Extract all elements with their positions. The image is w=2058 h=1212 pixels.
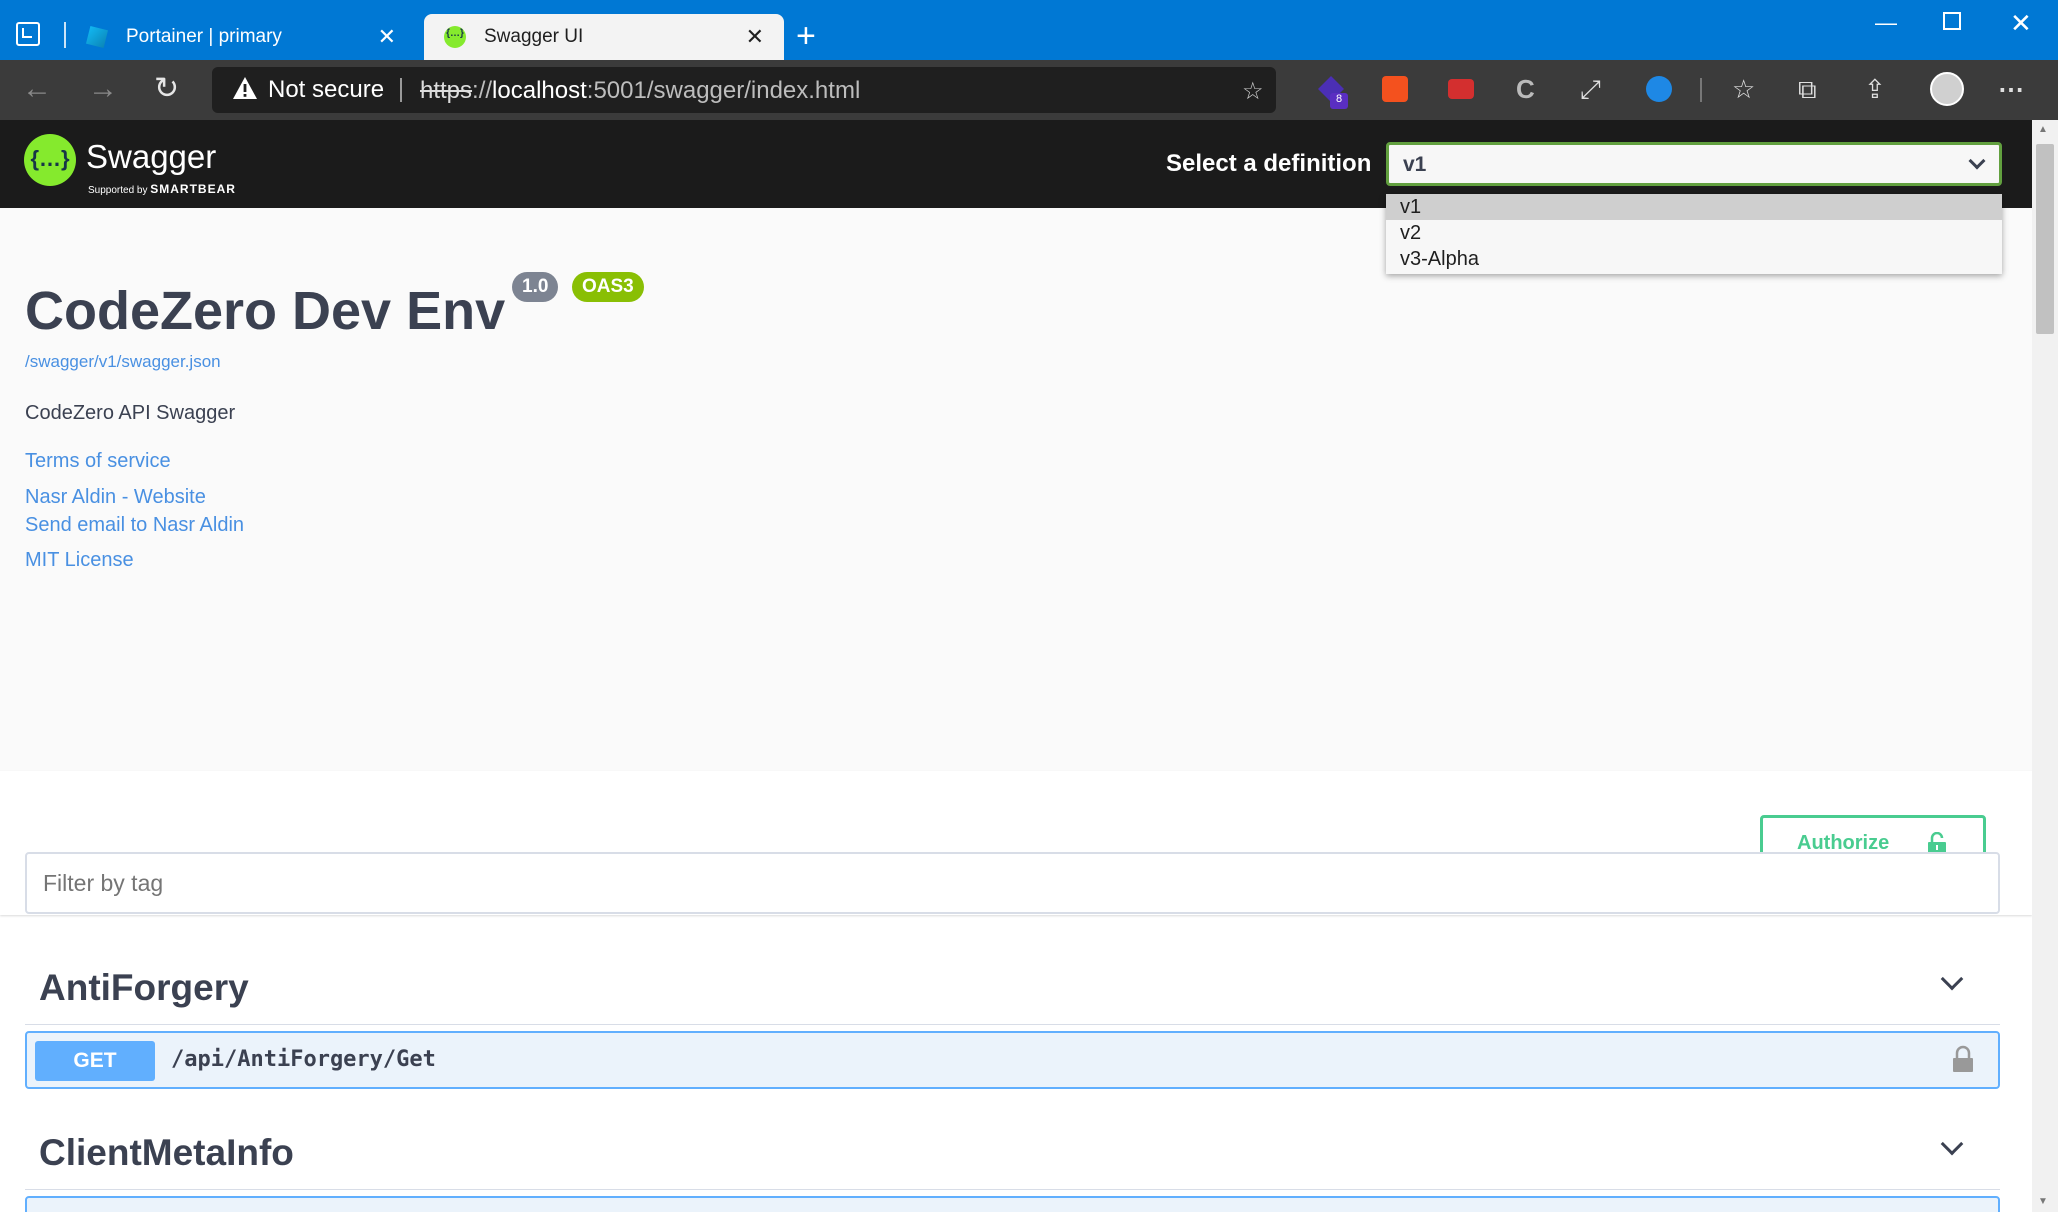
url-text[interactable]: https://localhost:5001/swagger/index.htm… bbox=[420, 77, 860, 105]
new-tab-icon[interactable]: + bbox=[796, 18, 816, 54]
terms-link[interactable]: Terms of service bbox=[25, 450, 171, 473]
email-link[interactable]: Send email to Nasr Aldin bbox=[25, 514, 244, 537]
operation-get-antiforgery[interactable]: GET /api/AntiForgery/Get bbox=[25, 1031, 2000, 1089]
extension-icon-4[interactable]: C bbox=[1516, 74, 1535, 105]
definition-option[interactable]: v2 bbox=[1386, 220, 2002, 246]
extension-icon-2[interactable] bbox=[1382, 76, 1408, 102]
api-title: CodeZero Dev Env bbox=[25, 281, 506, 341]
oas-badge: OAS3 bbox=[572, 272, 644, 302]
version-badge: 1.0 bbox=[512, 272, 559, 302]
more-icon[interactable]: ⋯ bbox=[1998, 74, 2024, 105]
tab-swagger[interactable]: Swagger UI ✕ bbox=[424, 14, 784, 60]
info-section: CodeZero Dev Env 1.0 OAS3 /swagger/v1/sw… bbox=[0, 208, 2032, 771]
api-description: CodeZero API Swagger bbox=[25, 402, 236, 424]
authorize-label: Authorize bbox=[1797, 832, 1890, 854]
operation-row-partial[interactable] bbox=[25, 1196, 2000, 1212]
method-badge: GET bbox=[35, 1041, 155, 1081]
tag-section-antiforgery[interactable]: AntiForgery bbox=[25, 947, 2000, 1025]
operation-path: /api/AntiForgery/Get bbox=[171, 1047, 436, 1072]
url-host: localhost bbox=[492, 77, 587, 104]
chevron-down-icon bbox=[1968, 152, 1986, 170]
tag-name: ClientMetaInfo bbox=[39, 1132, 294, 1173]
url-scheme: https bbox=[420, 77, 473, 104]
lock-icon[interactable] bbox=[1952, 1045, 1974, 1073]
share-icon[interactable]: ⇪ bbox=[1864, 74, 1886, 105]
minimize-icon[interactable]: — bbox=[1875, 10, 1897, 36]
tag-section-clientmetainfo[interactable]: ClientMetaInfo bbox=[25, 1112, 2000, 1190]
globe-icon[interactable] bbox=[1646, 76, 1672, 102]
portainer-icon bbox=[86, 26, 108, 48]
window-close-icon[interactable]: ✕ bbox=[2010, 8, 2032, 39]
back-icon[interactable]: ← bbox=[22, 72, 52, 106]
unlock-icon bbox=[1928, 832, 1946, 854]
license-link[interactable]: MIT License bbox=[25, 549, 134, 572]
url-rest: :5001/swagger/index.html bbox=[586, 77, 861, 104]
toolbar-divider bbox=[1700, 78, 1702, 102]
spec-json-link[interactable]: /swagger/v1/swagger.json bbox=[25, 352, 221, 372]
definition-select[interactable]: v1 bbox=[1386, 142, 2002, 186]
scroll-down-icon[interactable]: ▼ bbox=[2038, 1196, 2048, 1207]
tab-title: Swagger UI bbox=[484, 26, 584, 47]
close-icon[interactable]: ✕ bbox=[378, 26, 396, 48]
fullscreen-icon[interactable]: ⤢ bbox=[1580, 74, 1601, 106]
browser-titlebar: Portainer | primary ✕ Swagger UI ✕ + — ✕ bbox=[0, 0, 2058, 60]
logo-name: Swagger bbox=[86, 138, 217, 175]
tab-portainer[interactable]: Portainer | primary ✕ bbox=[76, 14, 416, 60]
website-link[interactable]: Nasr Aldin - Website bbox=[25, 486, 206, 509]
close-icon[interactable]: ✕ bbox=[746, 26, 764, 48]
extension-icon-3[interactable] bbox=[1448, 79, 1474, 99]
definition-dropdown: v1 v2 v3-Alpha bbox=[1386, 194, 2002, 274]
swagger-logo-icon[interactable]: {…} bbox=[24, 134, 76, 186]
refresh-icon[interactable]: ↻ bbox=[154, 72, 179, 106]
collections-icon[interactable]: ⧉ bbox=[1798, 74, 1817, 106]
logo-sub-prefix: Supported by bbox=[88, 185, 151, 196]
security-label[interactable]: Not secure bbox=[268, 76, 384, 104]
chevron-down-icon[interactable] bbox=[1940, 967, 1964, 991]
definition-option[interactable]: v3-Alpha bbox=[1386, 246, 2002, 272]
swagger-icon bbox=[444, 26, 466, 48]
tag-name: AntiForgery bbox=[39, 967, 249, 1008]
add-favorite-icon[interactable]: ☆ bbox=[1242, 77, 1264, 106]
filter-by-tag-input[interactable] bbox=[25, 852, 2000, 914]
tab-title: Portainer | primary bbox=[126, 26, 282, 47]
tab-separator bbox=[64, 22, 66, 48]
url-sep: :// bbox=[472, 77, 493, 104]
definition-label: Select a definition bbox=[1166, 150, 1372, 177]
logo-sub-brand: SMARTBEAR bbox=[150, 182, 236, 196]
scroll-thumb[interactable] bbox=[2036, 144, 2054, 334]
maximize-icon[interactable] bbox=[1943, 12, 1961, 30]
warning-icon[interactable] bbox=[232, 76, 258, 100]
address-separator bbox=[400, 78, 402, 102]
extension-badge: 8 bbox=[1330, 93, 1348, 109]
forward-icon[interactable]: → bbox=[88, 72, 118, 106]
definition-selected: v1 bbox=[1403, 153, 1427, 176]
tab-actions-icon[interactable] bbox=[16, 22, 40, 46]
chevron-down-icon[interactable] bbox=[1940, 1132, 1964, 1156]
favorites-icon[interactable]: ☆ bbox=[1732, 74, 1755, 105]
swagger-page: {…} Swagger Supported by SMARTBEAR Selec… bbox=[0, 120, 2032, 1212]
profile-avatar[interactable] bbox=[1930, 72, 1964, 106]
scroll-up-icon[interactable]: ▲ bbox=[2038, 124, 2048, 135]
logo-subtitle: Supported by SMARTBEAR bbox=[88, 182, 236, 196]
definition-option[interactable]: v1 bbox=[1386, 194, 2002, 220]
